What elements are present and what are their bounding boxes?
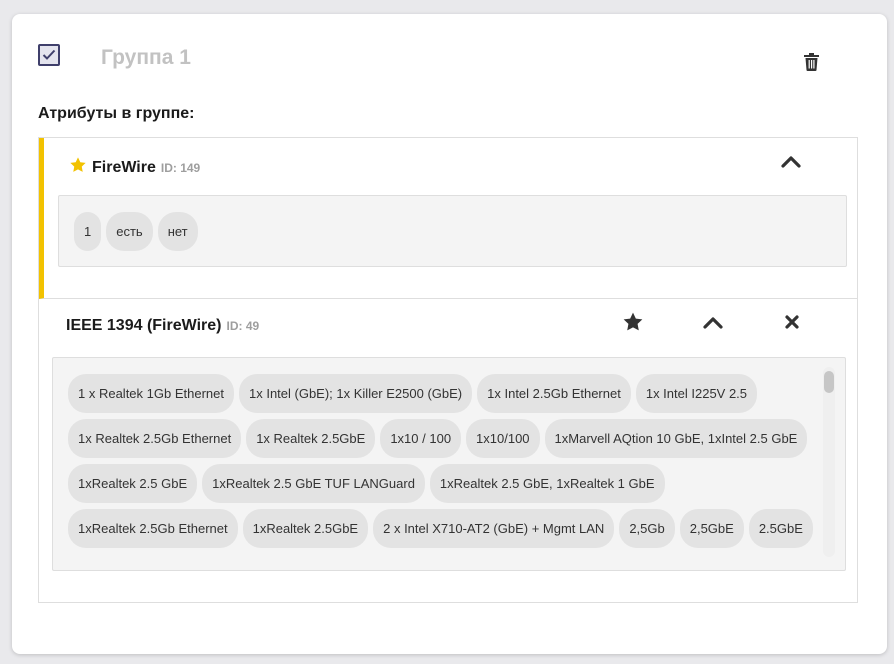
value-chip[interactable]: 1xRealtek 2.5 GbE, 1xRealtek 1 GbE bbox=[429, 464, 665, 503]
value-chip[interactable]: 1xRealtek 2.5 GbE TUF LANGuard bbox=[202, 464, 425, 503]
favorite-button[interactable] bbox=[621, 310, 645, 334]
chevron-up-icon bbox=[781, 156, 801, 168]
attribute-list: FireWire ID: 149 1 есть нет IEEE 1394 (F… bbox=[38, 137, 858, 603]
star-icon bbox=[623, 312, 643, 331]
value-chip[interactable]: 1xRealtek 2.5Gb Ethernet bbox=[68, 509, 238, 548]
chevron-up-icon bbox=[703, 317, 723, 329]
attribute-id: ID: 149 bbox=[160, 161, 201, 175]
collapse-button[interactable] bbox=[779, 150, 803, 174]
value-chip[interactable]: 1x Realtek 2.5GbE bbox=[246, 419, 376, 458]
attribute-header: FireWire ID: 149 bbox=[69, 154, 200, 177]
close-icon bbox=[785, 315, 799, 329]
value-chip[interactable]: 1 bbox=[74, 212, 102, 251]
value-chip[interactable]: 1x10/100 bbox=[466, 419, 540, 458]
values-box: 1 x Realtek 1Gb Ethernet 1x Intel (GbE);… bbox=[52, 357, 846, 571]
group-card: Группа 1 Атрибуты в группе: FireWire ID:… bbox=[12, 14, 887, 654]
remove-attribute-button[interactable] bbox=[780, 310, 804, 334]
value-chip[interactable]: 2,5Gb bbox=[619, 509, 675, 548]
group-checkbox[interactable] bbox=[38, 44, 60, 66]
value-chip[interactable]: 1x Realtek 2.5Gb Ethernet bbox=[68, 419, 242, 458]
attribute-id: ID: 49 bbox=[226, 319, 260, 333]
value-chip[interactable]: 1 x Realtek 1Gb Ethernet bbox=[68, 374, 234, 413]
value-chip[interactable]: 1xRealtek 2.5GbE bbox=[242, 509, 369, 548]
group-title[interactable]: Группа 1 bbox=[101, 46, 191, 70]
value-chip[interactable]: 2.5GbE bbox=[748, 509, 813, 548]
value-chip[interactable]: нет bbox=[157, 212, 198, 251]
value-chip[interactable]: есть bbox=[106, 212, 153, 251]
value-chip[interactable]: 1x10 / 100 bbox=[380, 419, 462, 458]
delete-group-button[interactable] bbox=[802, 52, 820, 72]
check-icon bbox=[42, 49, 56, 60]
value-chips: 1 есть нет bbox=[74, 212, 834, 257]
value-chip[interactable]: 1x Intel 2.5Gb Ethernet bbox=[477, 374, 631, 413]
value-chip[interactable]: 1xRealtek 2.5 GbE bbox=[68, 464, 198, 503]
star-icon[interactable] bbox=[69, 156, 87, 174]
attribute-name: FireWire bbox=[92, 159, 156, 176]
value-chip[interactable]: 1xMarvell AQtion 10 GbE, 1xIntel 2.5 GbE bbox=[544, 419, 808, 458]
value-chip[interactable]: 2 x Intel X710-AT2 (GbE) + Mgmt LAN bbox=[373, 509, 615, 548]
values-scrollbar[interactable] bbox=[823, 367, 835, 557]
value-chip[interactable]: 1x Intel I225V 2.5 bbox=[635, 374, 758, 413]
attribute-item: IEEE 1394 (FireWire) ID: 49 1 x Realtek … bbox=[39, 299, 857, 602]
attribute-item: FireWire ID: 149 1 есть нет bbox=[39, 138, 857, 299]
trash-icon bbox=[803, 53, 819, 71]
values-box: 1 есть нет bbox=[58, 195, 847, 267]
scrollbar-thumb[interactable] bbox=[824, 371, 834, 393]
attributes-heading: Атрибуты в группе: bbox=[38, 105, 195, 122]
value-chips: 1 x Realtek 1Gb Ethernet 1x Intel (GbE);… bbox=[68, 374, 828, 554]
attribute-header: IEEE 1394 (FireWire) ID: 49 bbox=[66, 317, 259, 335]
attribute-name: IEEE 1394 (FireWire) bbox=[66, 317, 222, 334]
value-chip[interactable]: 1x Intel (GbE); 1x Killer E2500 (GbE) bbox=[238, 374, 473, 413]
value-chip[interactable]: 2,5GbE bbox=[679, 509, 744, 548]
collapse-button[interactable] bbox=[701, 311, 725, 335]
